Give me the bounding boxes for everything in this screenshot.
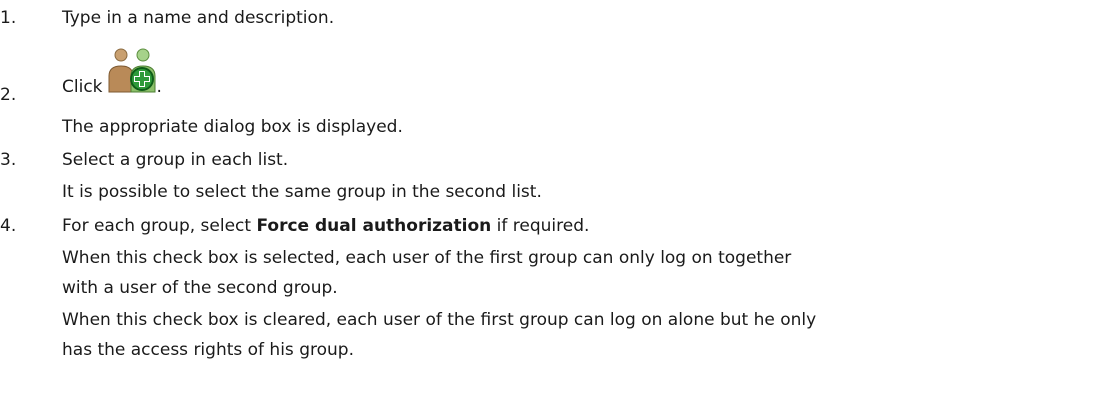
step-text: Type in a name and description. (62, 8, 335, 28)
option-name: Force dual authorization (256, 216, 492, 236)
step-text-prefix: For each group, select (62, 216, 257, 236)
add-user-group-icon (107, 48, 157, 94)
step-number: 3. (0, 150, 17, 170)
step-text: For each group, select Force dual author… (62, 214, 589, 238)
step-text: has the access rights of his group. (62, 340, 354, 360)
step-number: 2. (0, 85, 17, 105)
step-text: with a user of the second group. (62, 278, 338, 298)
step-text: The appropriate dialog box is displayed. (62, 117, 403, 137)
click-label: Click (62, 77, 103, 97)
add-user-group-svg (108, 48, 156, 93)
click-suffix: . (156, 77, 162, 97)
step-text: Select a group in each list. (62, 150, 289, 170)
step-text-suffix: if required. (491, 216, 590, 236)
step-text: When this check box is cleared, each use… (62, 310, 817, 330)
step-text: It is possible to select the same group … (62, 182, 542, 202)
step-number: 4. (0, 216, 17, 236)
step-click-line: Click . (62, 48, 162, 97)
step-number: 1. (0, 8, 17, 28)
step-text: When this check box is selected, each us… (62, 248, 792, 268)
